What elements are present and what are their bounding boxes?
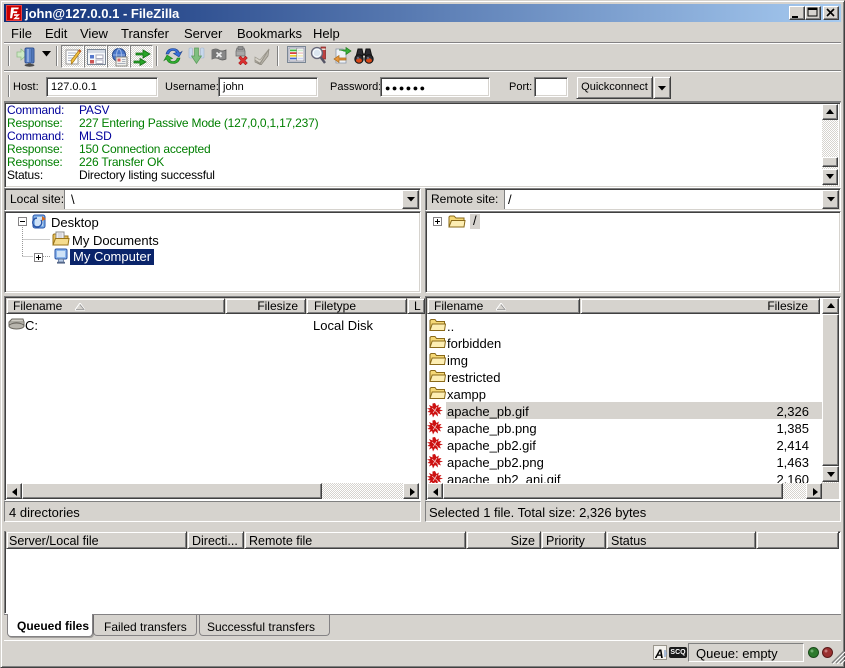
svg-text:A: A — [655, 647, 664, 660]
